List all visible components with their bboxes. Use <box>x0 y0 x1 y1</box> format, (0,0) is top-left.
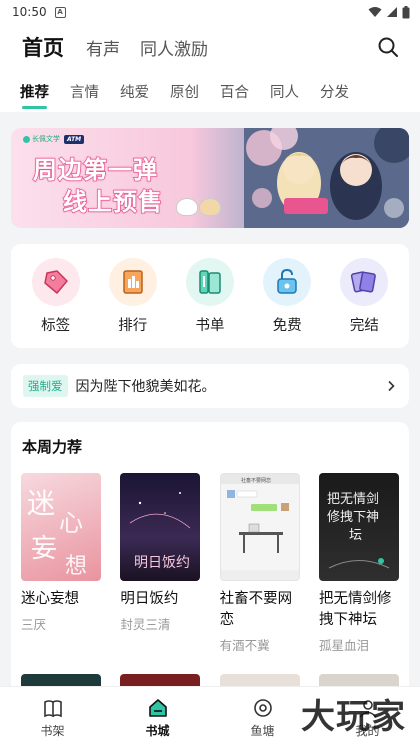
notice-text: 因为陛下他貌美如花。 <box>75 379 216 395</box>
watermark-logo: 大玩家 <box>301 697 406 737</box>
shortcut-finished[interactable]: 完结 <box>334 257 394 335</box>
status-bar: 10:50 A <box>0 0 420 24</box>
book-cover: 迷 心 妄 想 <box>21 473 101 581</box>
tab-fan-incentive[interactable]: 同人激励 <box>140 35 208 60</box>
svg-text:迷: 迷 <box>27 487 55 520</box>
subtab-distribute[interactable]: 分发 <box>320 81 349 102</box>
mascot-cat-icon-2 <box>199 198 221 216</box>
nav-bookstore[interactable]: 书城 <box>123 697 193 739</box>
svg-text:心: 心 <box>59 509 83 537</box>
nav-fishpond[interactable]: 鱼塘 <box>228 697 298 739</box>
section-title: 本周力荐 <box>22 438 83 456</box>
weekly-recommend-section: 本周力荐 迷 心 妄 想 迷心妄想 三厌 明日饭约 明日饭约 封灵三清 社畜不要… <box>11 422 409 702</box>
book-cover: 明日饭约 <box>120 473 201 581</box>
bookshelf-icon <box>43 699 62 717</box>
nav-bookshelf[interactable]: 书架 <box>18 697 88 739</box>
shortcut-tags[interactable]: 标签 <box>26 257 86 335</box>
book-card[interactable]: 社畜不要网恋 社畜不要网恋 有酒不冀 <box>219 473 300 654</box>
svg-text:明日饭约: 明日饭约 <box>134 555 190 571</box>
category-shortcuts: 标签 排行 书单 免费 完结 <box>11 244 409 348</box>
free-lock-icon <box>263 257 312 306</box>
search-icon[interactable] <box>376 35 400 59</box>
booklist-icon <box>185 257 234 306</box>
subtab-gl[interactable]: 百合 <box>220 81 249 102</box>
shortcut-booklist[interactable]: 书单 <box>180 257 240 335</box>
signal-icon <box>387 7 397 17</box>
wifi-icon <box>368 7 382 17</box>
status-time: 10:50 <box>12 5 47 19</box>
banner-logos: 长佩文学 ATM <box>23 134 85 144</box>
book-cover: 社畜不要网恋 <box>219 473 300 581</box>
banner-headline: 周边第一弹 <box>32 155 158 185</box>
category-tabs: 推荐 言情 纯爱 原创 百合 同人 分发 <box>0 70 420 112</box>
ranking-icon <box>108 257 157 306</box>
mascot-cat-icon <box>176 198 198 216</box>
svg-text:修拽下神: 修拽下神 <box>327 510 379 525</box>
subtab-romance[interactable]: 言情 <box>70 81 99 102</box>
book-cover: 把无情剑 修拽下神 坛 <box>318 473 399 581</box>
bookstore-icon <box>148 698 167 717</box>
tab-home[interactable]: 首页 <box>22 32 64 62</box>
book-card[interactable]: 迷 心 妄 想 迷心妄想 三厌 <box>21 473 101 654</box>
banner-artwork <box>244 128 409 228</box>
battery-icon <box>402 5 410 18</box>
book-card[interactable]: 把无情剑 修拽下神 坛 把无情剑修拽下神坛 孤星血泪 <box>318 473 399 654</box>
subtab-fanfic[interactable]: 同人 <box>270 81 299 102</box>
promo-banner[interactable]: 长佩文学 ATM 周边第一弹 线上预售 <box>11 128 409 228</box>
shortcut-ranking[interactable]: 排行 <box>103 257 163 335</box>
subtab-recommend[interactable]: 推荐 <box>20 81 49 109</box>
tab-audio[interactable]: 有声 <box>86 35 120 60</box>
svg-text:想: 想 <box>65 554 87 579</box>
svg-text:社畜不要网恋: 社畜不要网恋 <box>241 477 271 484</box>
subtab-original[interactable]: 原创 <box>170 81 199 102</box>
top-header: 首页 有声 同人激励 <box>0 24 420 70</box>
notification-badge-icon: A <box>54 6 66 18</box>
svg-text:坛: 坛 <box>349 528 362 543</box>
fishpond-icon <box>253 698 272 717</box>
tag-icon <box>31 257 80 306</box>
chevron-right-icon <box>388 380 395 392</box>
book-card[interactable]: 明日饭约 明日饭约 封灵三清 <box>120 473 201 654</box>
subtab-bl[interactable]: 纯爱 <box>120 81 149 102</box>
genre-tag: 强制爱 <box>23 375 68 397</box>
finished-cards-icon <box>340 257 389 306</box>
svg-text:妄: 妄 <box>31 534 57 564</box>
svg-text:把无情剑: 把无情剑 <box>327 491 379 507</box>
banner-subheadline: 线上预售 <box>62 187 163 217</box>
shortcut-free[interactable]: 免费 <box>257 257 317 335</box>
recommend-notice[interactable]: 强制爱 因为陛下他貌美如花。 <box>11 364 409 408</box>
